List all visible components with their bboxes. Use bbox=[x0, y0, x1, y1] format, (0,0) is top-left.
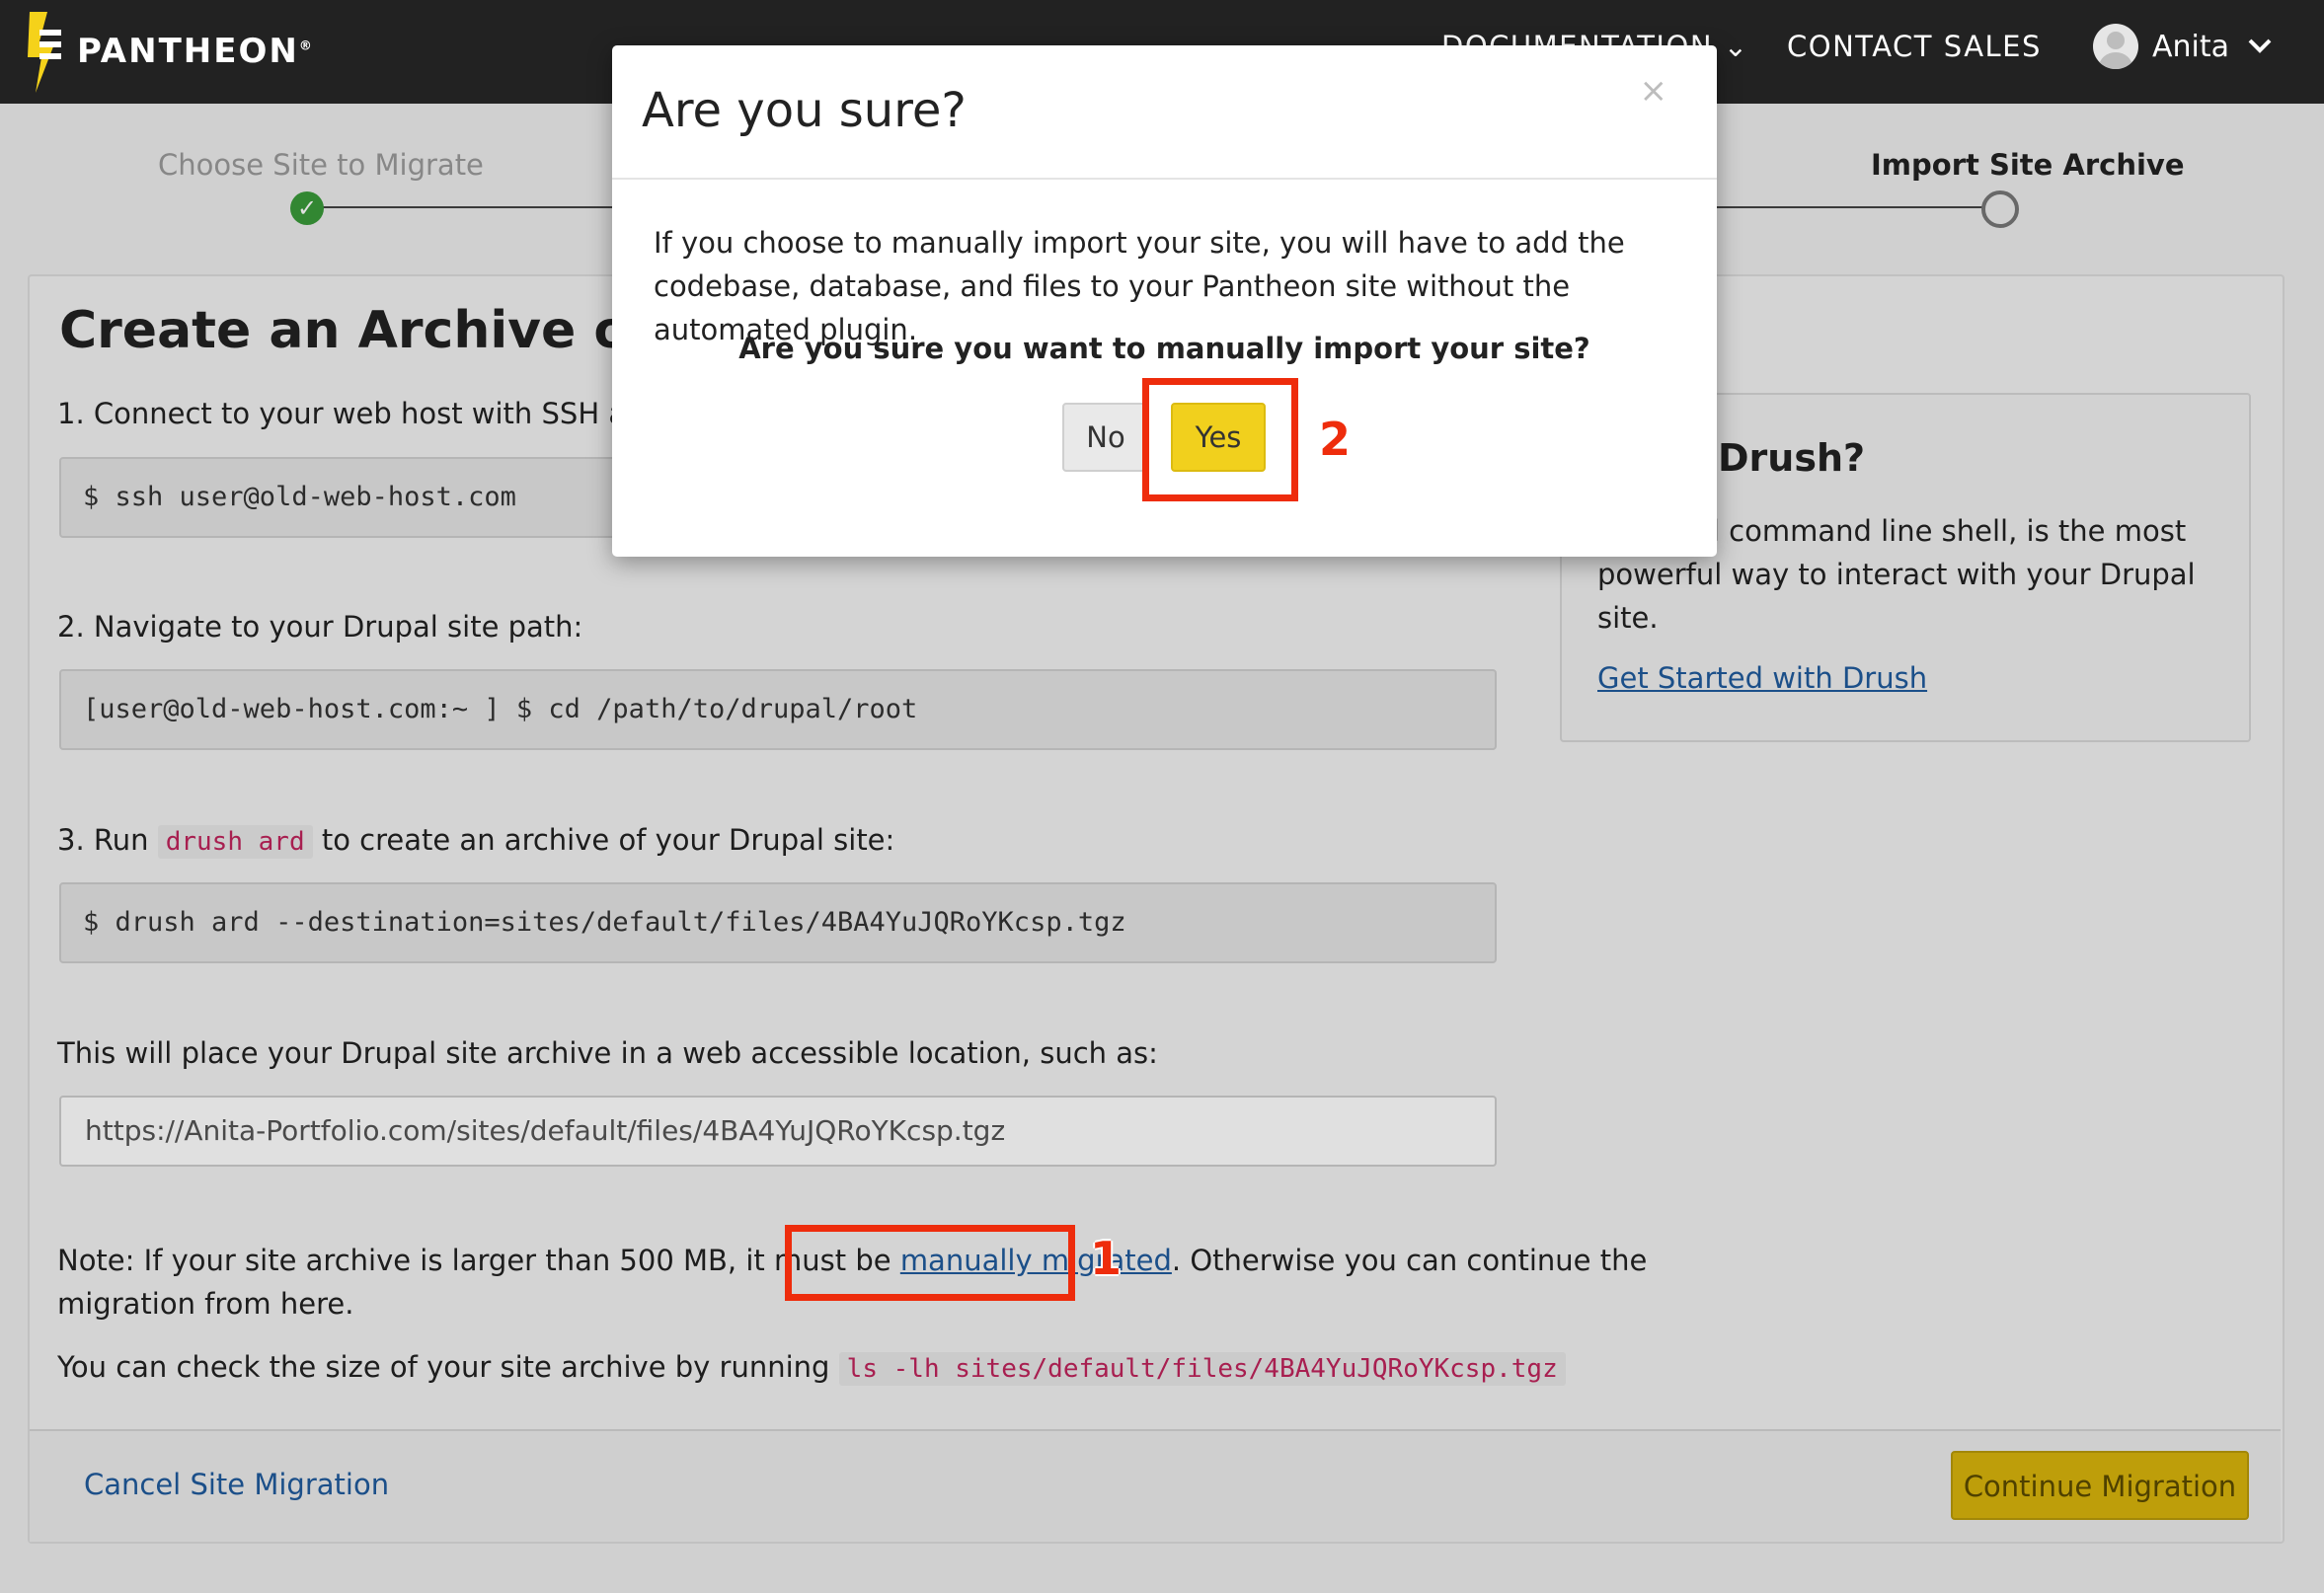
user-menu[interactable]: Anita bbox=[2093, 24, 2273, 69]
pantheon-bolt-icon bbox=[28, 12, 61, 93]
dialog-question: Are you sure you want to manually import… bbox=[738, 332, 1590, 365]
avatar bbox=[2093, 24, 2138, 69]
dialog-title: Are you sure? bbox=[642, 83, 967, 138]
logo-text: PANTHEON® bbox=[77, 32, 312, 71]
nav-contact-sales[interactable]: CONTACT SALES bbox=[1787, 30, 2042, 63]
chevron-down-icon bbox=[2248, 38, 2272, 53]
pantheon-logo[interactable]: PANTHEON® bbox=[26, 8, 312, 95]
annotation-marker-1: 1 bbox=[1090, 1232, 1123, 1285]
annotation-highlight-2 bbox=[1142, 378, 1298, 501]
no-button[interactable]: No bbox=[1062, 403, 1149, 472]
annotation-highlight-1 bbox=[785, 1225, 1075, 1301]
user-name: Anita bbox=[2152, 29, 2230, 64]
dialog-divider bbox=[612, 178, 1717, 180]
chevron-down-icon: ⌄ bbox=[1723, 30, 1749, 63]
annotation-marker-2: 2 bbox=[1319, 413, 1352, 466]
close-icon[interactable]: × bbox=[1640, 71, 1668, 111]
